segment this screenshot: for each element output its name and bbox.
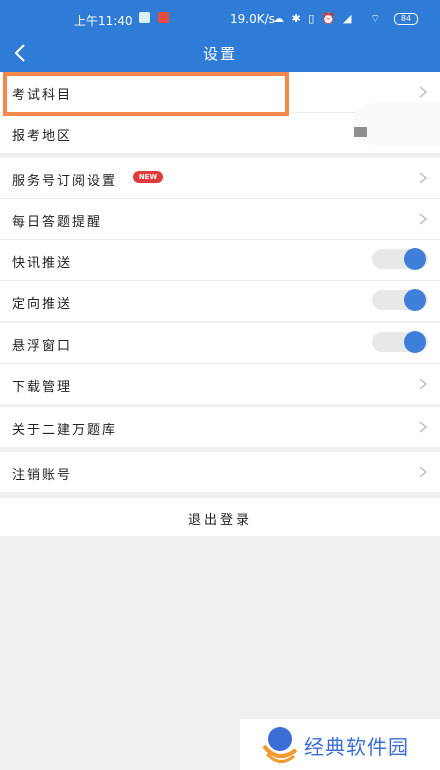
watermark-logo-icon bbox=[262, 727, 298, 763]
blurred-overlay bbox=[352, 103, 440, 145]
row-download-manager[interactable]: 下载管理 bbox=[0, 364, 440, 404]
toggle-knob bbox=[404, 289, 426, 311]
row-label: 悬浮窗口 bbox=[12, 339, 73, 354]
wifi-icon: ⌔ bbox=[370, 12, 381, 25]
row-news-push: 快讯推送 bbox=[0, 240, 440, 281]
toggle-knob bbox=[404, 331, 426, 353]
app-header: 设置 bbox=[0, 36, 440, 72]
news-push-toggle[interactable] bbox=[372, 248, 428, 270]
settings-group-about: 关于二建万题库 bbox=[0, 407, 440, 447]
row-targeted-push: 定向推送 bbox=[0, 281, 440, 321]
network-speed: 19.0K/s bbox=[230, 12, 275, 26]
row-label: 报考地区 bbox=[12, 129, 73, 144]
row-label: 下载管理 bbox=[12, 380, 73, 395]
chevron-right-icon bbox=[419, 378, 428, 390]
watermark: 经典软件园 bbox=[240, 719, 440, 770]
toggle-knob bbox=[404, 248, 426, 270]
chevron-right-icon bbox=[419, 172, 428, 184]
chevron-right-icon bbox=[419, 213, 428, 225]
page-title: 设置 bbox=[202, 45, 237, 63]
status-icons: ☁ ✱ ▯ ⏰ ◢ bbox=[273, 12, 354, 25]
app-notification-icon-2 bbox=[158, 12, 169, 23]
chevron-right-icon bbox=[419, 466, 428, 478]
highlight-box bbox=[3, 72, 289, 116]
row-delete-account[interactable]: 注销账号 bbox=[0, 452, 440, 492]
new-badge: NEW bbox=[133, 171, 163, 183]
floating-window-toggle[interactable] bbox=[372, 331, 428, 353]
status-bar: 上午11:40 19.0K/s ☁ ✱ ▯ ⏰ ◢ ⌔ 84 bbox=[0, 0, 440, 36]
chevron-right-icon bbox=[419, 421, 428, 433]
row-label: 快讯推送 bbox=[12, 256, 73, 271]
row-label: 服务号订阅设置 bbox=[12, 174, 118, 189]
row-label: 每日答题提醒 bbox=[12, 215, 103, 230]
row-service-subscription[interactable]: 服务号订阅设置 NEW bbox=[0, 158, 440, 199]
settings-group-account: 注销账号 bbox=[0, 452, 440, 492]
redacted-value bbox=[354, 127, 367, 137]
row-label: 定向推送 bbox=[12, 297, 73, 312]
row-about[interactable]: 关于二建万题库 bbox=[0, 407, 440, 447]
row-floating-window: 悬浮窗口 bbox=[0, 323, 440, 364]
status-time: 上午11:40 bbox=[74, 14, 133, 28]
watermark-text: 经典软件园 bbox=[304, 735, 409, 759]
app-notification-icon bbox=[139, 12, 150, 23]
settings-group-window: 悬浮窗口 下载管理 bbox=[0, 323, 440, 404]
row-daily-reminder[interactable]: 每日答题提醒 bbox=[0, 199, 440, 240]
row-label: 关于二建万题库 bbox=[12, 423, 118, 438]
settings-group-notifications: 服务号订阅设置 NEW 每日答题提醒 快讯推送 定向推送 bbox=[0, 158, 440, 321]
row-label: 注销账号 bbox=[12, 468, 73, 483]
logout-label: 退出登录 bbox=[187, 513, 252, 528]
battery-icon: 84 bbox=[394, 13, 418, 25]
targeted-push-toggle[interactable] bbox=[372, 289, 428, 311]
logout-button[interactable]: 退出登录 bbox=[0, 498, 440, 536]
chevron-right-icon bbox=[419, 86, 428, 98]
